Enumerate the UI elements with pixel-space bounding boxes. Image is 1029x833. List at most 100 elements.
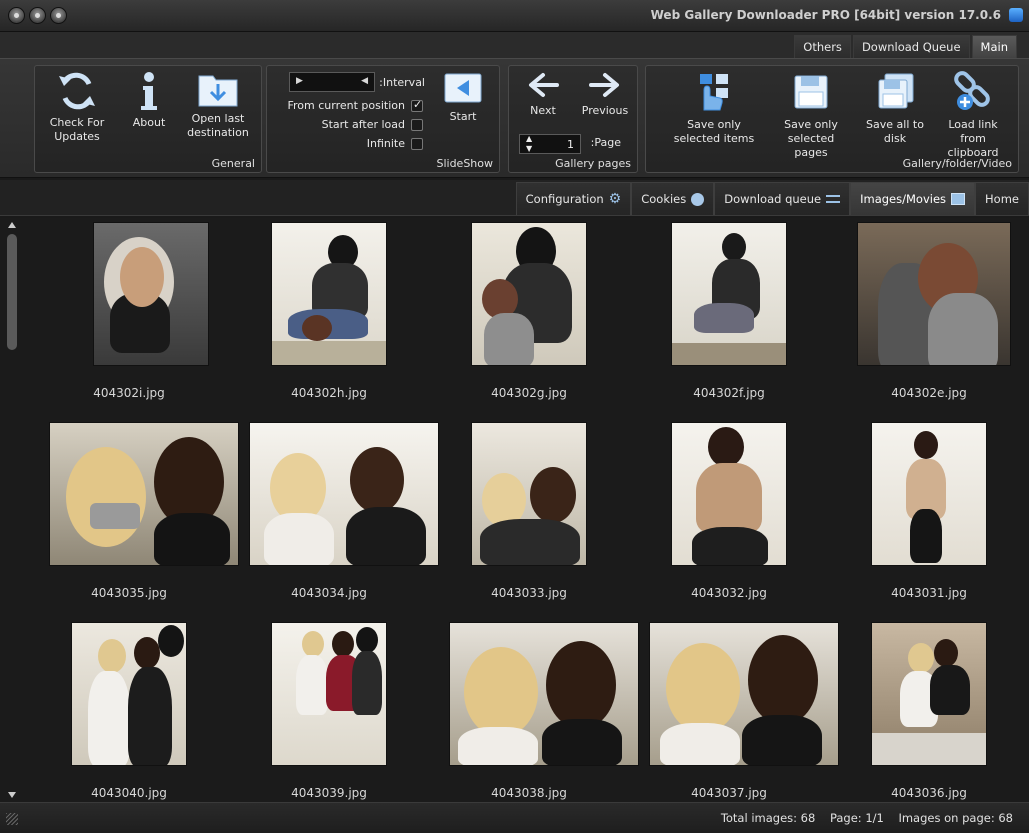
- interval-label: Interval:: [379, 76, 425, 89]
- gallery-item[interactable]: 4043034.jpg: [229, 422, 439, 622]
- tab-others[interactable]: Others: [794, 35, 851, 58]
- group-slideshow: Start Interval: ◀ ▶ From current positio…: [266, 65, 500, 173]
- window-controls: [8, 7, 67, 24]
- folder-download-icon: [198, 75, 238, 107]
- scroll-up-arrow-icon[interactable]: [8, 222, 16, 228]
- tab-images-label: Images/Movies: [860, 192, 947, 206]
- infinite-checkbox[interactable]: [411, 138, 423, 150]
- gallery-item[interactable]: 4043040.jpg: [29, 622, 229, 802]
- image-thumbnail[interactable]: [271, 222, 387, 366]
- about-button[interactable]: About: [119, 70, 179, 130]
- image-thumbnail[interactable]: [871, 422, 987, 566]
- group-label-gallery-pages: Gallery pages: [555, 157, 631, 170]
- page-status-label: Page:: [829, 811, 862, 825]
- image-filename: 404302h.jpg: [291, 386, 367, 400]
- gallery-item[interactable]: 4043031.jpg: [829, 422, 1029, 622]
- image-icon: [951, 193, 966, 205]
- tab-download-queue[interactable]: Download Queue: [852, 35, 970, 58]
- start-after-load-checkbox[interactable]: [411, 119, 423, 131]
- image-filename: 4043032.jpg: [691, 586, 767, 600]
- tab-cookies[interactable]: Cookies: [631, 182, 715, 215]
- queue-icon: [826, 195, 841, 203]
- gallery-item[interactable]: 4043039.jpg: [229, 622, 429, 802]
- gallery-item[interactable]: 404302h.jpg: [229, 222, 429, 422]
- save-only-selected-items-button[interactable]: Save only selected items: [672, 70, 756, 146]
- image-filename: 404302f.jpg: [693, 386, 765, 400]
- group-label-general: General: [211, 157, 255, 170]
- image-filename: 404302e.jpg: [891, 386, 967, 400]
- interval-slider[interactable]: ◀ ▶: [289, 72, 375, 92]
- page-label: Page:: [590, 136, 621, 149]
- gallery-scrollbar[interactable]: [6, 218, 18, 802]
- scrollbar-thumb[interactable]: [7, 234, 17, 350]
- image-thumbnail[interactable]: [271, 622, 387, 766]
- tab-home[interactable]: Home: [975, 182, 1029, 215]
- group-gallery-folder-video: Load link from clipboard Save all to dis…: [645, 65, 1019, 173]
- tab-images-movies[interactable]: Images/Movies: [850, 182, 976, 215]
- image-thumbnail[interactable]: [71, 622, 187, 766]
- status-summary: Total images: 68 Page: 1/1 Images on pag…: [721, 811, 1013, 825]
- gallery-item[interactable]: 4043033.jpg: [429, 422, 629, 622]
- image-thumbnail[interactable]: [871, 622, 987, 766]
- gallery-item[interactable]: 404302f.jpg: [629, 222, 829, 422]
- start-after-load-label: Start after load: [321, 118, 405, 131]
- image-thumbnail[interactable]: [671, 422, 787, 566]
- image-thumbnail[interactable]: [49, 422, 239, 566]
- load-link-label: Load link from clipboard: [947, 118, 999, 159]
- slideshow-start-button[interactable]: Start: [431, 70, 495, 124]
- interval-left-arrow-icon[interactable]: ▶: [296, 76, 303, 86]
- image-thumbnail[interactable]: [249, 422, 439, 566]
- next-button[interactable]: Next: [513, 70, 573, 118]
- maximize-window-button[interactable]: [50, 7, 67, 24]
- close-window-button[interactable]: [8, 7, 25, 24]
- open-last-destination-button[interactable]: Open last destination: [179, 70, 257, 140]
- image-thumbnail[interactable]: [471, 222, 587, 366]
- info-icon: [141, 72, 157, 110]
- infinite-label: Infinite: [366, 137, 405, 150]
- image-filename: 4043031.jpg: [891, 586, 967, 600]
- gallery-item[interactable]: 4043036.jpg: [829, 622, 1029, 802]
- image-thumbnail[interactable]: [449, 622, 639, 766]
- ribbon: Load link from clipboard Save all to dis…: [0, 58, 1029, 178]
- hand-select-icon: [700, 74, 728, 111]
- scroll-down-arrow-icon[interactable]: [8, 792, 16, 798]
- gallery-item[interactable]: 404302i.jpg: [29, 222, 229, 422]
- interval-right-arrow-icon[interactable]: ◀: [361, 76, 368, 86]
- save-all-to-disk-button[interactable]: Save all to disk: [856, 70, 934, 146]
- image-filename: 4043038.jpg: [491, 786, 567, 800]
- gallery-item[interactable]: 4043038.jpg: [429, 622, 639, 802]
- floppy-disk-icon: [794, 75, 828, 109]
- save-only-selected-pages-button[interactable]: Save only selected pages: [772, 70, 850, 160]
- gallery-item[interactable]: 4043035.jpg: [29, 422, 239, 622]
- tab-download-queue-content[interactable]: Download queue: [714, 182, 851, 215]
- tab-home-label: Home: [985, 192, 1019, 206]
- cookie-icon: [691, 192, 705, 206]
- tab-main[interactable]: Main: [971, 35, 1017, 58]
- tab-cookies-label: Cookies: [641, 192, 687, 206]
- page-number-value: 1: [567, 138, 574, 151]
- image-filename: 4043036.jpg: [891, 786, 967, 800]
- group-general: Open last destination About Check For Up…: [34, 65, 262, 173]
- image-filename: 404302g.jpg: [491, 386, 567, 400]
- page-number-spinner[interactable]: 1 ▲ ▼: [519, 134, 581, 154]
- app-icon: [1009, 8, 1023, 22]
- previous-button[interactable]: Previous: [575, 70, 635, 118]
- image-filename: 4043035.jpg: [91, 586, 167, 600]
- image-thumbnail[interactable]: [93, 222, 209, 366]
- image-thumbnail[interactable]: [649, 622, 839, 766]
- gallery-item[interactable]: 404302e.jpg: [829, 222, 1029, 422]
- gallery-item[interactable]: 4043032.jpg: [629, 422, 829, 622]
- resize-grip-icon[interactable]: [6, 813, 18, 825]
- gallery-item[interactable]: 404302g.jpg: [429, 222, 629, 422]
- image-thumbnail[interactable]: [671, 222, 787, 366]
- from-current-position-checkbox[interactable]: [411, 98, 423, 112]
- image-filename: 4043037.jpg: [691, 786, 767, 800]
- tab-configuration[interactable]: ⚙ Configuration: [515, 182, 632, 215]
- image-thumbnail[interactable]: [471, 422, 587, 566]
- gallery-item[interactable]: 4043037.jpg: [629, 622, 839, 802]
- load-link-from-clipboard-button[interactable]: Load link from clipboard: [934, 70, 1012, 160]
- status-bar: Total images: 68 Page: 1/1 Images on pag…: [0, 802, 1029, 833]
- minimize-window-button[interactable]: [29, 7, 46, 24]
- check-for-updates-button[interactable]: Check For Updates: [39, 70, 115, 144]
- image-thumbnail[interactable]: [857, 222, 1011, 366]
